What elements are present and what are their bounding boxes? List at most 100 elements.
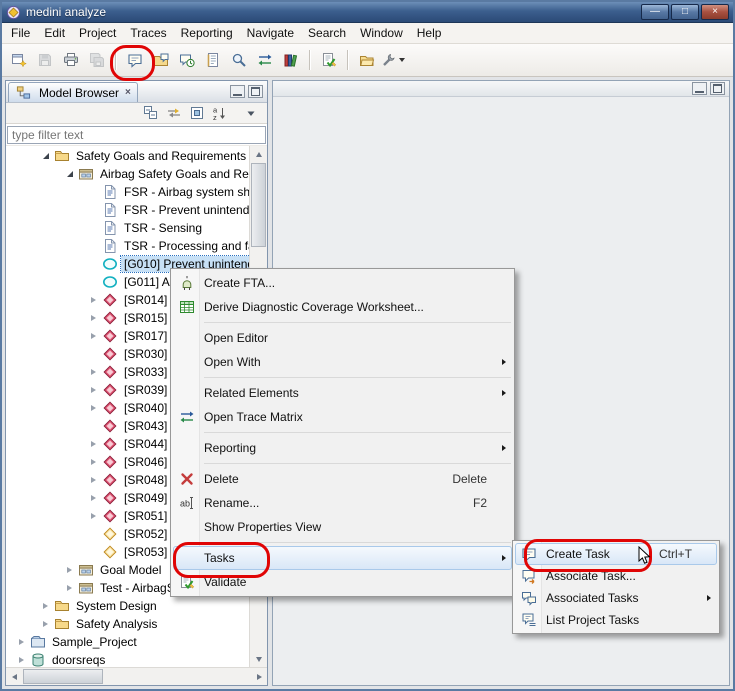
vertical-scroll-thumb[interactable] [251,163,266,247]
filter-input[interactable] [7,126,266,144]
tree-item-fsr-airbag-system-shall-op[interactable]: FSR - Airbag system shall op [6,183,249,201]
link-with-editor-button[interactable] [164,104,184,122]
scroll-up-icon[interactable] [250,146,267,162]
horizontal-scrollbar[interactable] [6,667,267,685]
task-icon [519,545,539,563]
menu-separator [204,432,511,433]
new-wizard-button[interactable] [6,47,32,73]
expand-toggle[interactable] [86,489,101,507]
menu-item-validate[interactable]: Validate [173,570,512,594]
expand-toggle[interactable] [14,633,29,651]
menu-separator [204,322,511,323]
menubar-navigate[interactable]: Navigate [240,24,301,42]
maximize-window-button[interactable]: □ [671,4,699,20]
expand-toggle[interactable] [14,651,29,667]
menu-item-delete[interactable]: DeleteDelete [173,467,512,491]
expand-toggle[interactable] [86,309,101,327]
expand-toggle[interactable] [86,453,101,471]
menu-item-list-project-tasks[interactable]: List Project Tasks [515,609,717,631]
tree-item-fsr-prevent-unintended-de[interactable]: FSR - Prevent unintended de [6,201,249,219]
menubar-search[interactable]: Search [301,24,353,42]
scroll-right-icon[interactable] [251,668,267,685]
trace-arrows-button[interactable] [252,47,278,73]
menubar-help[interactable]: Help [410,24,449,42]
menu-item-open-editor[interactable]: Open Editor [173,326,512,350]
tree-item-tsr-sensing[interactable]: TSR - Sensing [6,219,249,237]
expand-toggle[interactable] [86,327,101,345]
search-references-button[interactable] [226,47,252,73]
menu-item-tasks[interactable]: Tasks [173,546,512,570]
menu-item-create-fta[interactable]: Create FTA... [173,271,512,295]
tree-item-system-design[interactable]: System Design [6,597,249,615]
task-history-button[interactable] [174,47,200,73]
scroll-left-icon[interactable] [6,668,22,685]
menubar-edit[interactable]: Edit [37,24,72,42]
print-button[interactable] [58,47,84,73]
expand-toggle[interactable] [62,579,77,597]
sort-alphabetical-button[interactable]: az [210,104,230,122]
horizontal-scroll-thumb[interactable] [23,669,103,684]
expand-toggle[interactable] [86,399,101,417]
folder-icon [53,616,70,632]
menubar-reporting[interactable]: Reporting [174,24,240,42]
library-button[interactable] [278,47,304,73]
tree-item-sample-project[interactable]: Sample_Project [6,633,249,651]
tab-model-browser[interactable]: Model Browser × [8,82,138,102]
tree-item-label: Safety Goals and Requirements [73,148,249,164]
submenu-arrow-icon [497,555,510,561]
expand-toggle[interactable] [62,165,77,183]
sr-icon [101,364,118,380]
menu-item-related-elements[interactable]: Related Elements [173,381,512,405]
tree-item-doorsreqs[interactable]: doorsreqs [6,651,249,667]
tree-item-tsr-processing-and-failure[interactable]: TSR - Processing and failure [6,237,249,255]
menu-separator [204,377,511,378]
minimize-view-icon[interactable] [230,85,245,98]
save-all-button[interactable] [84,47,110,73]
expand-toggle[interactable] [38,147,53,165]
scroll-down-icon[interactable] [250,651,267,667]
expand-toggle[interactable] [86,363,101,381]
expand-toggle[interactable] [86,381,101,399]
menu-item-open-trace-matrix[interactable]: Open Trace Matrix [173,405,512,429]
menubar-project[interactable]: Project [72,24,123,42]
tree-item-label: Goal Model [97,562,164,578]
expand-toggle[interactable] [38,597,53,615]
minimize-editor-icon[interactable] [692,82,707,95]
expand-toggle[interactable] [86,435,101,453]
tree-item-safety-goals-and-requirements[interactable]: Safety Goals and Requirements [6,147,249,165]
tree-item-airbag-safety-goals-and-require[interactable]: Airbag Safety Goals and Require [6,165,249,183]
collapse-all-button[interactable] [141,104,161,122]
menu-item-associated-tasks[interactable]: Associated Tasks [515,587,717,609]
notes-button[interactable] [200,47,226,73]
focus-button[interactable] [187,104,207,122]
maximize-editor-icon[interactable] [710,82,725,95]
menu-item-open-with[interactable]: Open With [173,350,512,374]
menu-item-create-task[interactable]: Create TaskCtrl+T [515,543,717,565]
menu-item-rename[interactable]: abRename...F2 [173,491,512,515]
expand-toggle[interactable] [86,471,101,489]
open-folder-button[interactable] [354,47,380,73]
create-task-button[interactable] [122,47,148,73]
menu-item-associate-task[interactable]: Associate Task... [515,565,717,587]
minimize-window-button[interactable]: — [641,4,669,20]
expand-toggle[interactable] [86,507,101,525]
menu-item-derive-diagnostic-coverage-worksheet[interactable]: Derive Diagnostic Coverage Worksheet... [173,295,512,319]
tree-item-safety-analysis[interactable]: Safety Analysis [6,615,249,633]
maximize-view-icon[interactable] [248,85,263,98]
save-button[interactable] [32,47,58,73]
expand-toggle[interactable] [38,615,53,633]
expand-toggle[interactable] [86,291,101,309]
view-menu-button[interactable] [241,104,261,122]
close-tab-icon[interactable]: × [125,87,131,98]
tools-button[interactable] [380,47,406,73]
validate-button[interactable] [316,47,342,73]
collapse-all-icon [143,105,159,121]
open-task-folder-button[interactable] [148,47,174,73]
menu-item-show-properties-view[interactable]: Show Properties View [173,515,512,539]
menu-item-reporting[interactable]: Reporting [173,436,512,460]
menubar-window[interactable]: Window [353,24,410,42]
menubar-file[interactable]: File [4,24,37,42]
menubar-traces[interactable]: Traces [123,24,173,42]
expand-toggle[interactable] [62,561,77,579]
close-window-button[interactable]: × [701,4,729,20]
